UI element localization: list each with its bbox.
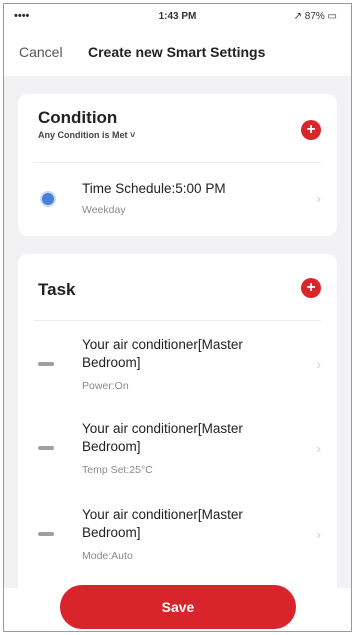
add-task-button[interactable]: + [301, 278, 321, 298]
condition-item[interactable]: Time Schedule:5:00 PM Weekday › [18, 180, 337, 224]
task-item-subtitle: Mode:Auto [82, 550, 133, 562]
air-conditioner-icon [38, 362, 54, 366]
divider [34, 320, 321, 321]
navigation-bar: Cancel Create new Smart Settings [4, 32, 351, 76]
chevron-right-icon: › [316, 190, 321, 206]
task-item-subtitle: Power:On [82, 380, 129, 392]
task-title: Task [38, 280, 76, 299]
chevron-right-icon: › [316, 356, 321, 372]
task-item-title: Your air conditioner[Master Bedroom] [82, 507, 243, 540]
page-title: Create new Smart Settings [88, 44, 266, 60]
chevron-right-icon: › [316, 440, 321, 456]
condition-item-title: Time Schedule:5:00 PM [82, 181, 226, 196]
condition-card: Condition Any Condition is Met ˅ + Time … [18, 94, 337, 236]
task-item-subtitle: Temp Set:25°C [82, 464, 153, 476]
task-item[interactable]: Your air conditioner[Master Bedroom] Mod… [18, 506, 337, 568]
air-conditioner-icon [38, 532, 54, 536]
phone-screen: •••• 1:43 PM ↗ 87% ▭ Cancel Create new S… [3, 3, 352, 632]
cancel-button[interactable]: Cancel [19, 44, 63, 60]
air-conditioner-icon [38, 446, 54, 450]
clock-icon [40, 191, 56, 207]
task-item-title: Your air conditioner[Master Bedroom] [82, 421, 243, 454]
task-item[interactable]: Your air conditioner[Master Bedroom] Tem… [18, 420, 337, 482]
task-header: Task [38, 268, 76, 300]
condition-match-selector[interactable]: Any Condition is Met ˅ [38, 130, 135, 140]
task-item[interactable]: Your air conditioner[Master Bedroom] Pow… [18, 336, 337, 398]
content-area: Condition Any Condition is Met ˅ + Time … [4, 76, 351, 588]
condition-title: Condition [38, 108, 118, 127]
condition-item-subtitle: Weekday [82, 204, 126, 216]
condition-header: Condition Any Condition is Met ˅ [38, 108, 135, 140]
chevron-right-icon: › [316, 526, 321, 542]
add-condition-button[interactable]: + [301, 120, 321, 140]
task-card: Task + Your air conditioner[Master Bedro… [18, 254, 337, 588]
save-button[interactable]: Save [60, 585, 296, 629]
battery-indicator: ↗ 87% ▭ [293, 11, 337, 22]
task-item-title: Your air conditioner[Master Bedroom] [82, 337, 243, 370]
status-bar: •••• 1:43 PM ↗ 87% ▭ [4, 4, 351, 32]
divider [34, 162, 321, 163]
